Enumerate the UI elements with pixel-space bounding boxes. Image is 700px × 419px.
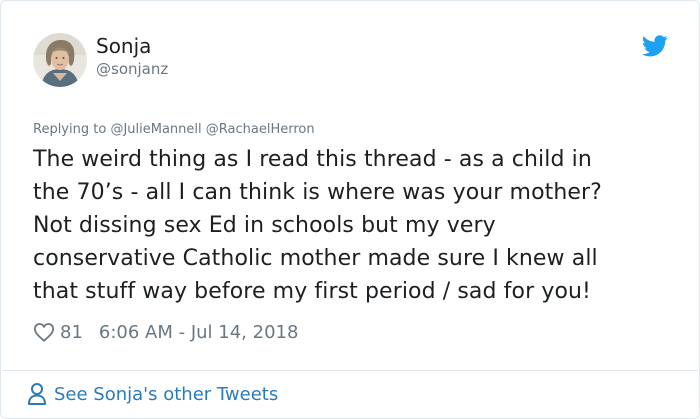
see-other-tweets-link[interactable]: See Sonja's other Tweets xyxy=(27,382,278,406)
mention-link[interactable]: @JulieMannell xyxy=(110,122,201,137)
tweet-text-line: that stuff way before my first period / … xyxy=(33,279,591,304)
divider xyxy=(2,370,698,371)
tweet-meta: 81 6:06 AM - Jul 14, 2018 xyxy=(33,318,298,346)
mention-link[interactable]: @RachaelHerron xyxy=(206,122,315,137)
replying-to: Replying to @JulieMannell @RachaelHerron xyxy=(33,122,315,138)
replying-prefix: Replying to xyxy=(33,122,107,137)
tweet-text: The weird thing as I read this thread - … xyxy=(33,143,673,308)
tweet-card: Sonja @sonjanz Replying to @JulieMannell… xyxy=(0,0,700,419)
person-icon xyxy=(27,382,47,406)
see-other-tweets-label[interactable]: See Sonja's other Tweets xyxy=(54,384,278,405)
avatar[interactable] xyxy=(33,33,87,87)
tweet-text-line: The weird thing as I read this thread - … xyxy=(33,147,592,172)
like-count[interactable]: 81 xyxy=(60,322,83,343)
tweet-text-line: Not dissing sex Ed in schools but my ver… xyxy=(33,213,496,238)
twitter-bird-icon[interactable] xyxy=(641,35,668,57)
tweet-text-line: the 70’s - all I can think is where was … xyxy=(33,180,602,205)
timestamp[interactable]: 6:06 AM - Jul 14, 2018 xyxy=(99,322,299,343)
tweet-text-line: conservative Catholic mother made sure I… xyxy=(33,246,598,271)
heart-icon[interactable] xyxy=(33,322,55,342)
author-handle[interactable]: @sonjanz xyxy=(96,60,168,78)
author-name[interactable]: Sonja xyxy=(96,34,151,58)
